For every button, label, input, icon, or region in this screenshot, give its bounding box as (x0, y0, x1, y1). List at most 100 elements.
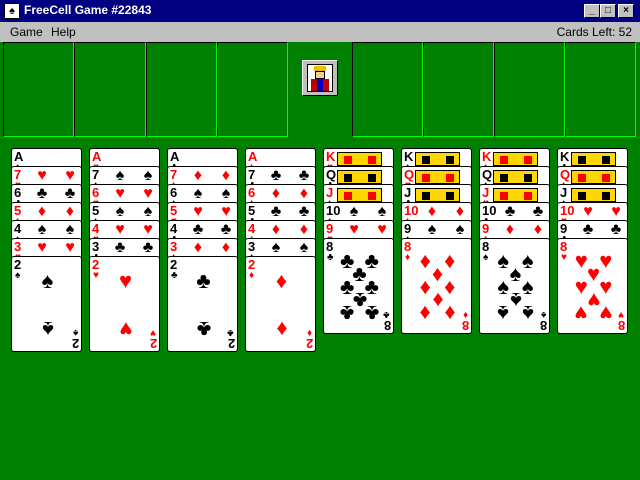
club-pip-icon: ♣ (270, 167, 282, 184)
spade-pip-icon: ♠ (427, 221, 437, 238)
club-pip-icon: ♣ (298, 203, 310, 220)
face-detail (368, 192, 376, 200)
home-cell-1[interactable] (352, 42, 423, 137)
face-card-picture (571, 188, 616, 202)
face-detail (602, 156, 610, 164)
club-pip-icon: ♣ (364, 300, 379, 326)
spade-pip-icon: ♠ (521, 300, 534, 326)
spade-suit-icon: ♠ (15, 270, 21, 281)
face-detail (524, 192, 532, 200)
diamond-pip-icon: ♦ (427, 203, 437, 220)
diamond-pip-icon: ♦ (193, 167, 203, 184)
diamond-pip-icon: ♦ (275, 268, 288, 294)
home-cell-4[interactable] (565, 42, 636, 137)
face-card-picture (493, 188, 538, 202)
face-detail (422, 192, 430, 200)
diamond-pip-icon: ♦ (271, 221, 281, 238)
face-card-picture (337, 152, 382, 166)
free-cell-1[interactable] (3, 42, 74, 137)
face-detail (578, 192, 586, 200)
club-pip-icon: ♣ (582, 221, 594, 238)
home-cell-3[interactable] (494, 42, 565, 137)
face-detail (578, 156, 586, 164)
heart-suit-icon: ♥ (561, 252, 567, 263)
heart-pip-icon: ♥ (143, 221, 153, 238)
face-detail (602, 174, 610, 182)
card-8-of-hearts[interactable]: 8 ♥ ♥ ♥ ♥ ♥ ♥ ♥ ♥ ♥ 8 ♥ (557, 238, 628, 334)
menu-help[interactable]: Help (51, 25, 76, 39)
face-detail (422, 156, 430, 164)
card-2-of-clubs[interactable]: 2 ♣ ♣ ♣ 2 ♣ (167, 256, 238, 352)
diamond-pip-icon: ♦ (65, 203, 75, 220)
window-title: FreeCell Game #22843 (24, 3, 152, 17)
face-detail (500, 174, 508, 182)
face-detail (344, 192, 352, 200)
maximize-button[interactable]: □ (600, 4, 616, 18)
diamond-pip-icon: ♦ (221, 239, 231, 256)
spade-pip-icon: ♠ (65, 221, 75, 238)
face-detail (446, 156, 454, 164)
diamond-pip-icon: ♦ (505, 221, 515, 238)
card-2-of-diamonds[interactable]: 2 ♦ ♦ ♦ 2 ♦ (245, 256, 316, 352)
heart-pip-icon: ♥ (349, 221, 359, 238)
face-detail (368, 174, 376, 182)
club-pip-icon: ♣ (192, 221, 204, 238)
free-cell-4[interactable] (217, 42, 288, 137)
card-rank-label-bottom: 8 (461, 318, 469, 333)
face-detail (500, 192, 508, 200)
diamond-pip-icon: ♦ (193, 239, 203, 256)
heart-pip-icon: ♥ (118, 268, 133, 294)
club-suit-icon: ♣ (227, 327, 234, 338)
spade-pip-icon: ♠ (41, 316, 54, 342)
club-pip-icon: ♣ (298, 167, 310, 184)
club-pip-icon: ♣ (142, 239, 154, 256)
face-card-picture (415, 170, 460, 184)
game-table: A♠7♥♥♥6♣♣♣5♦♦♦4♠♠♠3♥♥♥2♠♠♠2♠A♥7♠♠♠6♥♥♥5♠… (0, 42, 640, 480)
club-pip-icon: ♣ (196, 316, 211, 342)
card-2-of-spades[interactable]: 2 ♠ ♠ ♠ 2 ♠ (11, 256, 82, 352)
freecell-app-icon[interactable]: ♠ (4, 3, 20, 19)
face-detail (368, 156, 376, 164)
heart-pip-icon: ♥ (37, 167, 47, 184)
club-pip-icon: ♣ (64, 185, 76, 202)
heart-pip-icon: ♥ (143, 185, 153, 202)
face-card-picture (571, 152, 616, 166)
spade-pip-icon: ♠ (115, 203, 125, 220)
club-pip-icon: ♣ (270, 203, 282, 220)
minimize-button[interactable]: _ (584, 4, 600, 18)
heart-pip-icon: ♥ (599, 300, 613, 326)
club-pip-icon: ♣ (36, 185, 48, 202)
spade-pip-icon: ♠ (377, 203, 387, 220)
heart-pip-icon: ♥ (377, 221, 387, 238)
card-8-of-clubs[interactable]: 8 ♣ ♣ ♣ ♣ ♣ ♣ ♣ ♣ ♣ 8 ♣ (323, 238, 394, 334)
home-cell-2[interactable] (423, 42, 494, 137)
spade-pip-icon: ♠ (271, 239, 281, 256)
close-button[interactable]: × (618, 4, 634, 18)
face-detail (422, 174, 430, 182)
card-rank-label-bottom: 2 (71, 336, 79, 351)
card-rank-label-bottom: 2 (149, 336, 157, 351)
diamond-pip-icon: ♦ (37, 203, 47, 220)
diamond-suit-icon: ♦ (306, 327, 312, 338)
heart-pip-icon: ♥ (65, 239, 75, 256)
card-2-of-hearts[interactable]: 2 ♥ ♥ ♥ 2 ♥ (89, 256, 160, 352)
menu-bar: Game Help Cards Left: 52 (0, 22, 640, 42)
club-pip-icon: ♣ (114, 239, 126, 256)
card-8-of-spades[interactable]: 8 ♠ ♠ ♠ ♠ ♠ ♠ ♠ ♠ ♠ 8 ♠ (479, 238, 550, 334)
face-card-picture (493, 152, 538, 166)
diamond-pip-icon: ♦ (271, 185, 281, 202)
face-card-picture (415, 188, 460, 202)
spade-suit-icon: ♠ (72, 327, 78, 338)
heart-pip-icon: ♥ (611, 203, 621, 220)
diamond-suit-icon: ♦ (462, 309, 468, 320)
free-cell-2[interactable] (74, 42, 146, 137)
cards-left-counter: Cards Left: 52 (556, 25, 632, 39)
free-cell-3[interactable] (146, 42, 217, 137)
menu-game[interactable]: Game (10, 25, 43, 39)
heart-pip-icon: ♥ (65, 167, 75, 184)
diamond-pip-icon: ♦ (299, 185, 309, 202)
face-detail (500, 156, 508, 164)
diamond-pip-icon: ♦ (299, 221, 309, 238)
face-detail (524, 174, 532, 182)
card-8-of-diamonds[interactable]: 8 ♦ ♦ ♦ ♦ ♦ ♦ ♦ ♦ ♦ 8 ♦ (401, 238, 472, 334)
